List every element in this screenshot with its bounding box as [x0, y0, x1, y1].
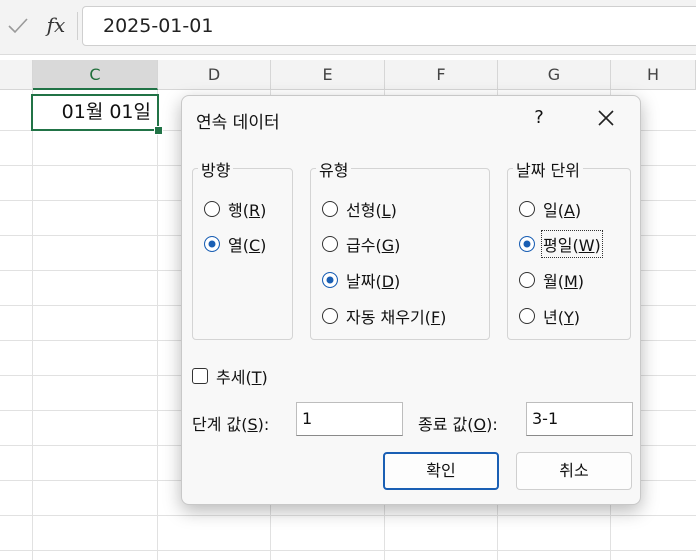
- radio-label: 급수(G): [346, 236, 401, 255]
- radio-circle-selected: [204, 236, 220, 252]
- radio-month[interactable]: 월(M): [519, 267, 584, 293]
- radio-weekday[interactable]: 평일(W): [519, 230, 603, 258]
- checkbox-label: 추세(T): [216, 368, 268, 387]
- radio-year[interactable]: 년(Y): [519, 303, 580, 329]
- radio-circle: [322, 236, 338, 252]
- step-value-input[interactable]: 1: [296, 402, 403, 436]
- radio-date[interactable]: 날짜(D): [322, 267, 400, 293]
- column-header-f[interactable]: F: [385, 60, 498, 90]
- stop-value-input[interactable]: 3-1: [526, 402, 633, 436]
- radio-label: 열(C): [228, 236, 267, 255]
- formula-bar: fx 2025-01-01: [0, 0, 696, 55]
- dialog-title: 연속 데이터: [196, 113, 280, 133]
- radio-circle: [204, 201, 220, 217]
- stop-value-label: 종료 값(O):: [418, 415, 498, 434]
- radio-label: 행(R): [228, 201, 267, 220]
- radio-autofill[interactable]: 자동 채우기(F): [322, 303, 446, 329]
- radio-rows[interactable]: 행(R): [204, 196, 266, 222]
- radio-label: 일(A): [543, 201, 582, 220]
- radio-label-focused: 평일(W): [541, 230, 603, 258]
- radio-circle: [519, 272, 535, 288]
- formula-bar-divider: [77, 12, 78, 40]
- type-group-label: 유형: [316, 157, 352, 181]
- grid-line: [157, 90, 158, 560]
- column-header-g[interactable]: G: [498, 60, 611, 90]
- column-header-d[interactable]: D: [158, 60, 271, 90]
- step-value-label: 단계 값(S):: [192, 415, 270, 434]
- radio-label: 선형(L): [346, 201, 397, 220]
- radio-label: 자동 채우기(F): [346, 308, 447, 327]
- active-cell-c[interactable]: 01월 01일: [31, 94, 159, 131]
- check-icon[interactable]: [6, 14, 30, 38]
- cancel-button[interactable]: 취소: [516, 452, 632, 490]
- grid-line: [32, 90, 33, 560]
- radio-linear[interactable]: 선형(L): [322, 196, 397, 222]
- radio-circle-selected: [519, 236, 535, 252]
- insert-function-icon[interactable]: fx: [40, 10, 72, 40]
- close-icon[interactable]: [592, 104, 620, 132]
- radio-circle: [322, 201, 338, 217]
- radio-label: 년(Y): [543, 308, 580, 327]
- column-header-h[interactable]: H: [611, 60, 696, 90]
- grid-line: [0, 515, 696, 516]
- trend-checkbox[interactable]: 추세(T): [192, 364, 268, 388]
- grid-line: [0, 550, 696, 551]
- formula-input[interactable]: 2025-01-01: [82, 6, 696, 46]
- checkbox-box: [192, 368, 208, 384]
- series-dialog: 연속 데이터 ? 방향 행(R) 열(C) 유형 선형(L) 급수(G) 날짜(…: [181, 95, 641, 505]
- radio-growth[interactable]: 급수(G): [322, 231, 400, 257]
- ok-button[interactable]: 확인: [383, 452, 499, 490]
- fill-handle[interactable]: [154, 126, 163, 135]
- radio-circle: [519, 201, 535, 217]
- radio-circle: [322, 308, 338, 324]
- direction-group-label: 방향: [198, 157, 234, 181]
- column-header-partial[interactable]: [0, 60, 33, 90]
- radio-label: 월(M): [543, 272, 585, 291]
- radio-label: 날짜(D): [346, 272, 401, 291]
- radio-circle-selected: [322, 272, 338, 288]
- help-button[interactable]: ?: [526, 104, 552, 132]
- date-unit-group-label: 날짜 단위: [513, 157, 583, 181]
- column-header-c[interactable]: C: [33, 60, 158, 90]
- radio-columns[interactable]: 열(C): [204, 231, 266, 257]
- radio-day[interactable]: 일(A): [519, 196, 581, 222]
- column-header-e[interactable]: E: [271, 60, 385, 90]
- radio-circle: [519, 308, 535, 324]
